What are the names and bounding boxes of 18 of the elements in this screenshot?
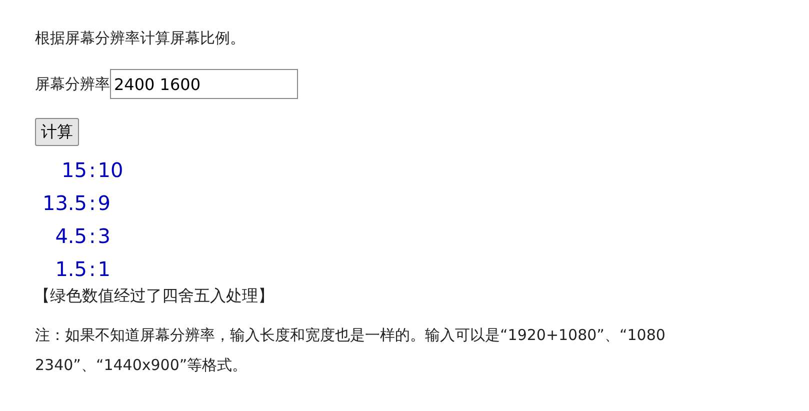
rounding-note: 【绿色数值经过了四舍五入处理】	[34, 285, 274, 307]
ratio-value: 3	[98, 223, 112, 250]
resolution-label: 屏幕分辨率	[35, 74, 110, 95]
ratio-value: 15	[60, 157, 87, 184]
ratio-value: 13.5	[41, 190, 87, 217]
ratio-colon: :	[88, 190, 97, 217]
ratio-colon: :	[88, 157, 97, 184]
resolution-field[interactable]: 2400 1600	[110, 69, 298, 99]
ratio-value: 4.5	[54, 223, 87, 250]
calculate-button[interactable]: 计算	[35, 118, 79, 146]
intro-text: 根据屏幕分辨率计算屏幕比例。	[35, 28, 245, 49]
ratio-value: 1	[98, 256, 112, 283]
ratio-value: 9	[98, 190, 112, 217]
ratio-colon: :	[88, 256, 97, 283]
ratio-value: 1.5	[54, 256, 87, 283]
footnote-text: 注：如果不知道屏幕分辨率，输入长度和宽度也是一样的。输入可以是“1920+1080”、“1080 2340”、“1440x900”等格式。	[35, 325, 666, 376]
ratio-value: 10	[98, 157, 124, 184]
ratio-colon: :	[88, 223, 97, 250]
